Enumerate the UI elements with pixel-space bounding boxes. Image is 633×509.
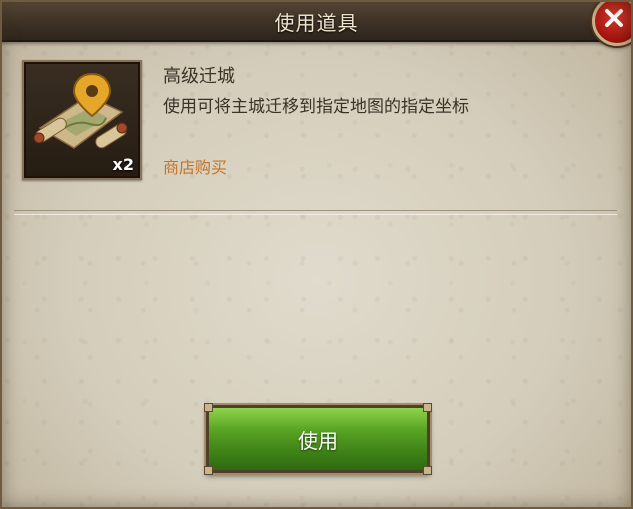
corner-ornament [423, 403, 432, 412]
item-description: 使用可将主城迁移到指定地图的指定坐标 [163, 97, 469, 117]
close-x-icon [605, 9, 623, 27]
dialog-title: 使用道具 [274, 11, 359, 35]
use-button-label: 使用 [298, 429, 338, 453]
divider [14, 210, 617, 215]
item-name: 高级迁城 [163, 66, 235, 87]
shop-purchase-link[interactable]: 商店购买 [163, 154, 227, 178]
title-bar: 使用道具 [0, 0, 633, 42]
corner-ornament [423, 466, 432, 475]
use-button[interactable]: 使用 [204, 403, 432, 475]
item-count: x2 [112, 155, 134, 174]
corner-ornament [204, 466, 213, 475]
item-icon-frame: x2 [22, 60, 142, 180]
corner-ornament [204, 403, 213, 412]
use-item-dialog: 使用道具 x2 高级迁城 使用可将主城迁移到指定地图的指定坐标 商店购买 使用 [0, 0, 633, 509]
